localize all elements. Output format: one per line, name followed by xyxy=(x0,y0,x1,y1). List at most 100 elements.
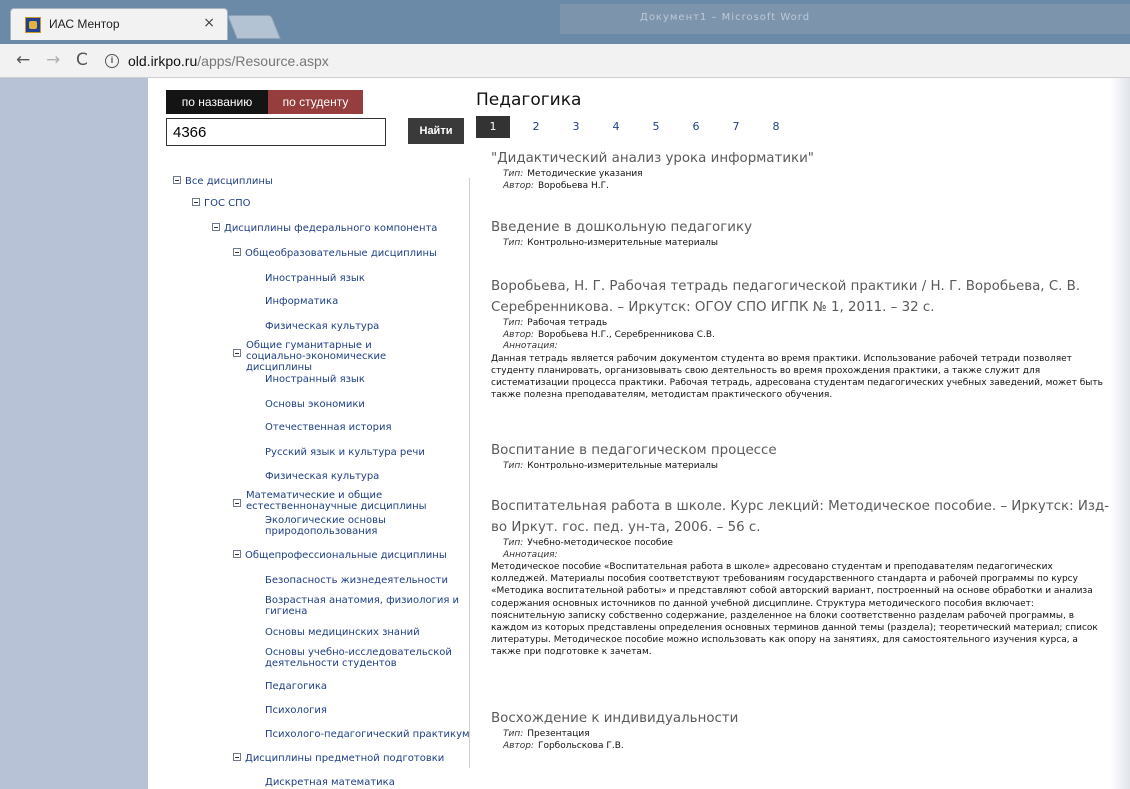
tab-close-icon[interactable]: × xyxy=(203,15,215,31)
resource-item: Воробьева, Н. Г. Рабочая тетрадь педагог… xyxy=(491,276,1111,401)
author-label: Автор: xyxy=(503,740,534,751)
resource-type: Тип: Рабочая тетрадь xyxy=(491,318,1111,330)
resource-annotation: Методическое пособие «Воспитательная раб… xyxy=(491,562,1098,658)
page-link[interactable]: 5 xyxy=(636,116,676,138)
page-title: Педагогика xyxy=(476,90,582,110)
tree-node-label: Общеобразовательные дисциплины xyxy=(245,248,437,259)
tree-leaf[interactable]: Безопасность жизнедеятельности xyxy=(265,575,448,586)
tree-node[interactable]: ГОС СПО xyxy=(192,198,251,209)
page-link[interactable]: 8 xyxy=(756,116,796,138)
back-arrow-icon[interactable]: ← xyxy=(16,50,30,70)
tree-leaf[interactable]: Дискретная математика xyxy=(265,777,395,788)
tree-node-label: Дисциплины федерального компонента xyxy=(224,223,438,234)
tree-leaf[interactable]: Отечественная история xyxy=(265,422,391,433)
tree-leaf[interactable]: Основы экономики xyxy=(265,399,365,410)
tree-leaf[interactable]: Иностранный язык xyxy=(265,273,365,284)
background-window-title: Документ1 – Microsoft Word xyxy=(640,12,811,23)
tree-leaf[interactable]: Физическая культура xyxy=(265,321,379,332)
page-link[interactable]: 7 xyxy=(716,116,756,138)
tree-leaf[interactable]: Иностранный язык xyxy=(265,374,365,385)
tree-leaf[interactable]: Психолого-педагогический практикум xyxy=(265,729,470,740)
tree-node[interactable]: Дисциплины федерального компонента xyxy=(212,223,437,234)
tree-node-label: Математические и общие естественнонаучны… xyxy=(246,490,427,512)
collapse-icon[interactable] xyxy=(233,550,241,558)
type-value: Контрольно-измерительные материалы xyxy=(527,461,718,471)
resource-item: "Дидактический анализ урока информатики"… xyxy=(491,148,1111,192)
reload-icon[interactable]: C xyxy=(76,50,88,70)
tree-leaf[interactable]: Возрастная анатомия, физиология и гигиен… xyxy=(265,595,460,617)
collapse-icon[interactable] xyxy=(233,248,241,256)
collapse-icon[interactable] xyxy=(233,753,241,761)
tree-node[interactable]: Все дисциплины xyxy=(173,176,273,187)
resource-type: Тип: Учебно-методическое пособие xyxy=(491,538,1111,550)
address-bar[interactable]: old.irkpo.ru/apps/Resource.aspx xyxy=(128,53,329,69)
page-link[interactable]: 2 xyxy=(516,116,556,138)
tree-node[interactable]: Математические и общие естественнонаучны… xyxy=(233,490,433,512)
resource-title[interactable]: "Дидактический анализ урока информатики" xyxy=(491,148,1111,169)
browser-tab[interactable]: ИАС Ментор × xyxy=(10,8,228,40)
type-value: Презентация xyxy=(527,729,590,739)
resource-annotation-label: Аннотация: xyxy=(491,341,1111,353)
tree-leaf[interactable]: Экологические основы природопользования xyxy=(265,515,435,537)
collapse-icon[interactable] xyxy=(173,176,181,184)
type-value: Рабочая тетрадь xyxy=(527,318,608,328)
annotation-label: Аннотация: xyxy=(503,549,558,560)
collapse-icon[interactable] xyxy=(233,499,241,507)
type-label: Тип: xyxy=(503,318,524,328)
resource-type: Тип: Презентация xyxy=(491,729,1111,741)
tree-node[interactable]: Общеобразовательные дисциплины xyxy=(233,248,437,259)
tree-node-label: Все дисциплины xyxy=(185,176,273,187)
page-link[interactable]: 6 xyxy=(676,116,716,138)
url-path: /apps/Resource.aspx xyxy=(197,53,329,69)
type-value: Контрольно-измерительные материалы xyxy=(527,238,718,248)
collapse-icon[interactable] xyxy=(233,349,241,357)
resource-author: Автор: Воробьева Н.Г. xyxy=(491,181,1111,193)
tree-leaf[interactable]: Основы медицинских знаний xyxy=(265,627,420,638)
search-mode-tabs: по названию по студенту xyxy=(166,90,363,114)
new-tab-button[interactable] xyxy=(227,15,281,39)
resource-title[interactable]: Воспитание в педагогическом процессе xyxy=(491,440,1111,461)
resource-title[interactable]: Введение в дошкольную педагогику xyxy=(491,217,1111,238)
resource-title[interactable]: Восхождение к индивидуальности xyxy=(491,708,1111,729)
tree-node[interactable]: Общие гуманитарные и социально-экономиче… xyxy=(233,340,433,373)
forward-arrow-icon[interactable]: → xyxy=(46,50,60,70)
page-link[interactable]: 3 xyxy=(556,116,596,138)
tree-leaf[interactable]: Физическая культура xyxy=(265,471,379,482)
search-button[interactable]: Найти xyxy=(408,118,464,144)
site-favicon-icon xyxy=(25,17,41,33)
resource-item: Воспитательная работа в школе. Курс лекц… xyxy=(491,496,1111,659)
tree-node[interactable]: Общепрофессиональные дисциплины xyxy=(233,550,447,561)
tree-leaf[interactable]: Педагогика xyxy=(265,681,327,692)
tree-node-label: Общепрофессиональные дисциплины xyxy=(245,550,447,561)
author-value: Горбольскова Г.В. xyxy=(537,740,624,751)
search-input[interactable] xyxy=(166,118,386,146)
type-value: Методические указания xyxy=(527,169,643,179)
resource-title[interactable]: Воробьева, Н. Г. Рабочая тетрадь педагог… xyxy=(491,276,1111,318)
type-label: Тип: xyxy=(503,461,524,471)
browser-tabstrip: Документ1 – Microsoft Word ИАС Ментор × xyxy=(0,0,1130,44)
resource-type: Тип: Контрольно-измерительные материалы xyxy=(491,461,1111,473)
tree-leaf[interactable]: Информатика xyxy=(265,296,338,307)
pagination: 1 2 3 4 5 6 7 8 xyxy=(476,116,796,138)
tree-node[interactable]: Дисциплины предметной подготовки xyxy=(233,753,444,764)
type-value: Учебно-методическое пособие xyxy=(527,538,673,548)
tree-node-label: ГОС СПО xyxy=(204,198,251,209)
type-label: Тип: xyxy=(503,169,524,179)
collapse-icon[interactable] xyxy=(192,198,200,206)
tree-node-label: Общие гуманитарные и социально-экономиче… xyxy=(246,340,387,373)
author-value: Воробьева Н.Г., Серебренникова С.В. xyxy=(537,329,715,340)
page-link[interactable]: 4 xyxy=(596,116,636,138)
tab-search-by-student[interactable]: по студенту xyxy=(268,90,363,114)
left-gutter xyxy=(0,78,148,789)
resource-annotation: Данная тетрадь является рабочим документ… xyxy=(491,353,1103,401)
resource-title[interactable]: Воспитательная работа в школе. Курс лекц… xyxy=(491,496,1111,538)
tree-leaf[interactable]: Русский язык и культура речи xyxy=(265,447,425,458)
tree-leaf[interactable]: Психология xyxy=(265,705,327,716)
page-link-current[interactable]: 1 xyxy=(476,116,510,138)
tree-leaf[interactable]: Основы учебно-исследовательской деятельн… xyxy=(265,647,460,669)
resource-item: Восхождение к индивидуальности Тип: Презе… xyxy=(491,708,1111,752)
tab-search-by-title[interactable]: по названию xyxy=(166,90,268,114)
site-info-icon[interactable]: i xyxy=(105,54,119,68)
collapse-icon[interactable] xyxy=(212,223,220,231)
window-shadow xyxy=(1110,78,1130,789)
